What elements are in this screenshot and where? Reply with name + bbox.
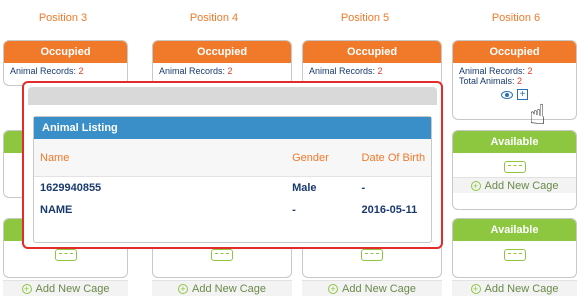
animal-records-label: Animal Records: <box>459 66 526 76</box>
available-header: Available <box>453 219 576 241</box>
plus-circle-icon: + <box>470 180 481 191</box>
total-animals-label: Total Animals: <box>459 76 515 86</box>
add-new-cage-label: Add New Cage <box>35 282 110 295</box>
occupied-header: Occupied <box>153 41 291 63</box>
cage-icon <box>503 249 526 261</box>
animal-listing-table: Name Gender Date Of Birth 1629940855 Mal… <box>34 139 431 221</box>
cell-dob: 2016-05-11 <box>361 204 418 216</box>
table-header-row: Name Gender Date Of Birth <box>34 139 431 177</box>
cell-gender: - <box>292 204 296 216</box>
animal-records-label: Animal Records: <box>309 66 376 76</box>
position-5-title: Position 5 <box>340 12 390 24</box>
available-card-position-6a[interactable]: Available + Add New Cage <box>452 130 577 210</box>
eye-icon[interactable] <box>501 90 513 99</box>
animal-records-value: 2 <box>227 66 233 76</box>
cage-card-position-6[interactable]: Occupied Animal Records: 2 Total Animals… <box>452 40 577 120</box>
plus-circle-icon: + <box>470 283 481 294</box>
add-new-cage-button[interactable]: + Add New Cage <box>3 280 128 296</box>
available-card-position-6b[interactable]: Available <box>452 218 577 278</box>
occupied-header: Occupied <box>453 41 576 63</box>
cell-name: NAME <box>40 204 73 216</box>
add-new-cage-label: Add New Cage <box>192 282 266 295</box>
add-new-cage-label: Add New Cage <box>484 282 559 295</box>
table-row[interactable]: NAME - 2016-05-11 <box>34 199 431 221</box>
column-header-name: Name <box>40 151 70 164</box>
cage-card-position-4[interactable]: Occupied Animal Records: 2 <box>152 40 292 86</box>
available-header: Available <box>453 131 576 153</box>
add-new-cage-button[interactable]: + Add New Cage <box>452 280 577 296</box>
occupied-header: Occupied <box>303 41 441 63</box>
table-row[interactable]: 1629940855 Male - <box>34 177 431 199</box>
hand-cursor-icon: ☝ <box>529 99 547 130</box>
animal-records-label: Animal Records: <box>159 66 226 76</box>
animal-records-value: 2 <box>527 66 533 76</box>
plus-circle-icon: + <box>21 283 32 294</box>
cell-name: 1629940855 <box>40 182 102 194</box>
add-new-cage-label: Add New Cage <box>342 282 416 295</box>
cage-icon <box>503 161 526 173</box>
popup-title-bar <box>28 87 437 105</box>
animal-records-value: 2 <box>78 66 84 76</box>
cage-card-position-5[interactable]: Occupied Animal Records: 2 <box>302 40 442 86</box>
add-new-cage-button[interactable]: + Add New Cage <box>302 280 442 296</box>
animal-records-label: Animal Records: <box>10 66 77 76</box>
column-header-dob: Date Of Birth <box>361 151 426 164</box>
plus-circle-icon: + <box>178 283 188 294</box>
cell-dob: - <box>361 182 366 194</box>
animal-records-value: 2 <box>377 66 383 76</box>
occupied-header: Occupied <box>4 41 127 63</box>
animal-listing-panel: Animal Listing Name Gender Date Of Birth… <box>33 116 432 243</box>
cage-icon <box>54 249 77 261</box>
animal-listing-popup: Animal Listing Name Gender Date Of Birth… <box>22 81 443 249</box>
animal-listing-title: Animal Listing <box>34 117 431 139</box>
plus-square-icon[interactable]: + <box>517 89 528 100</box>
cage-icon <box>361 249 383 261</box>
position-6-title: Position 6 <box>491 12 541 24</box>
cage-card-position-3[interactable]: Occupied Animal Records: 2 <box>3 40 128 86</box>
add-new-cage-button[interactable]: + Add New Cage <box>152 280 292 296</box>
total-animals-value: 2 <box>517 76 523 86</box>
position-4-title: Position 4 <box>189 12 239 24</box>
position-3-title: Position 3 <box>38 12 88 24</box>
cell-gender: Male <box>292 182 317 194</box>
add-new-cage-button[interactable]: + Add New Cage <box>453 177 576 193</box>
cage-icon <box>211 249 233 261</box>
add-new-cage-label: Add New Cage <box>484 179 559 192</box>
plus-circle-icon: + <box>328 283 338 294</box>
column-header-gender: Gender <box>292 151 329 164</box>
